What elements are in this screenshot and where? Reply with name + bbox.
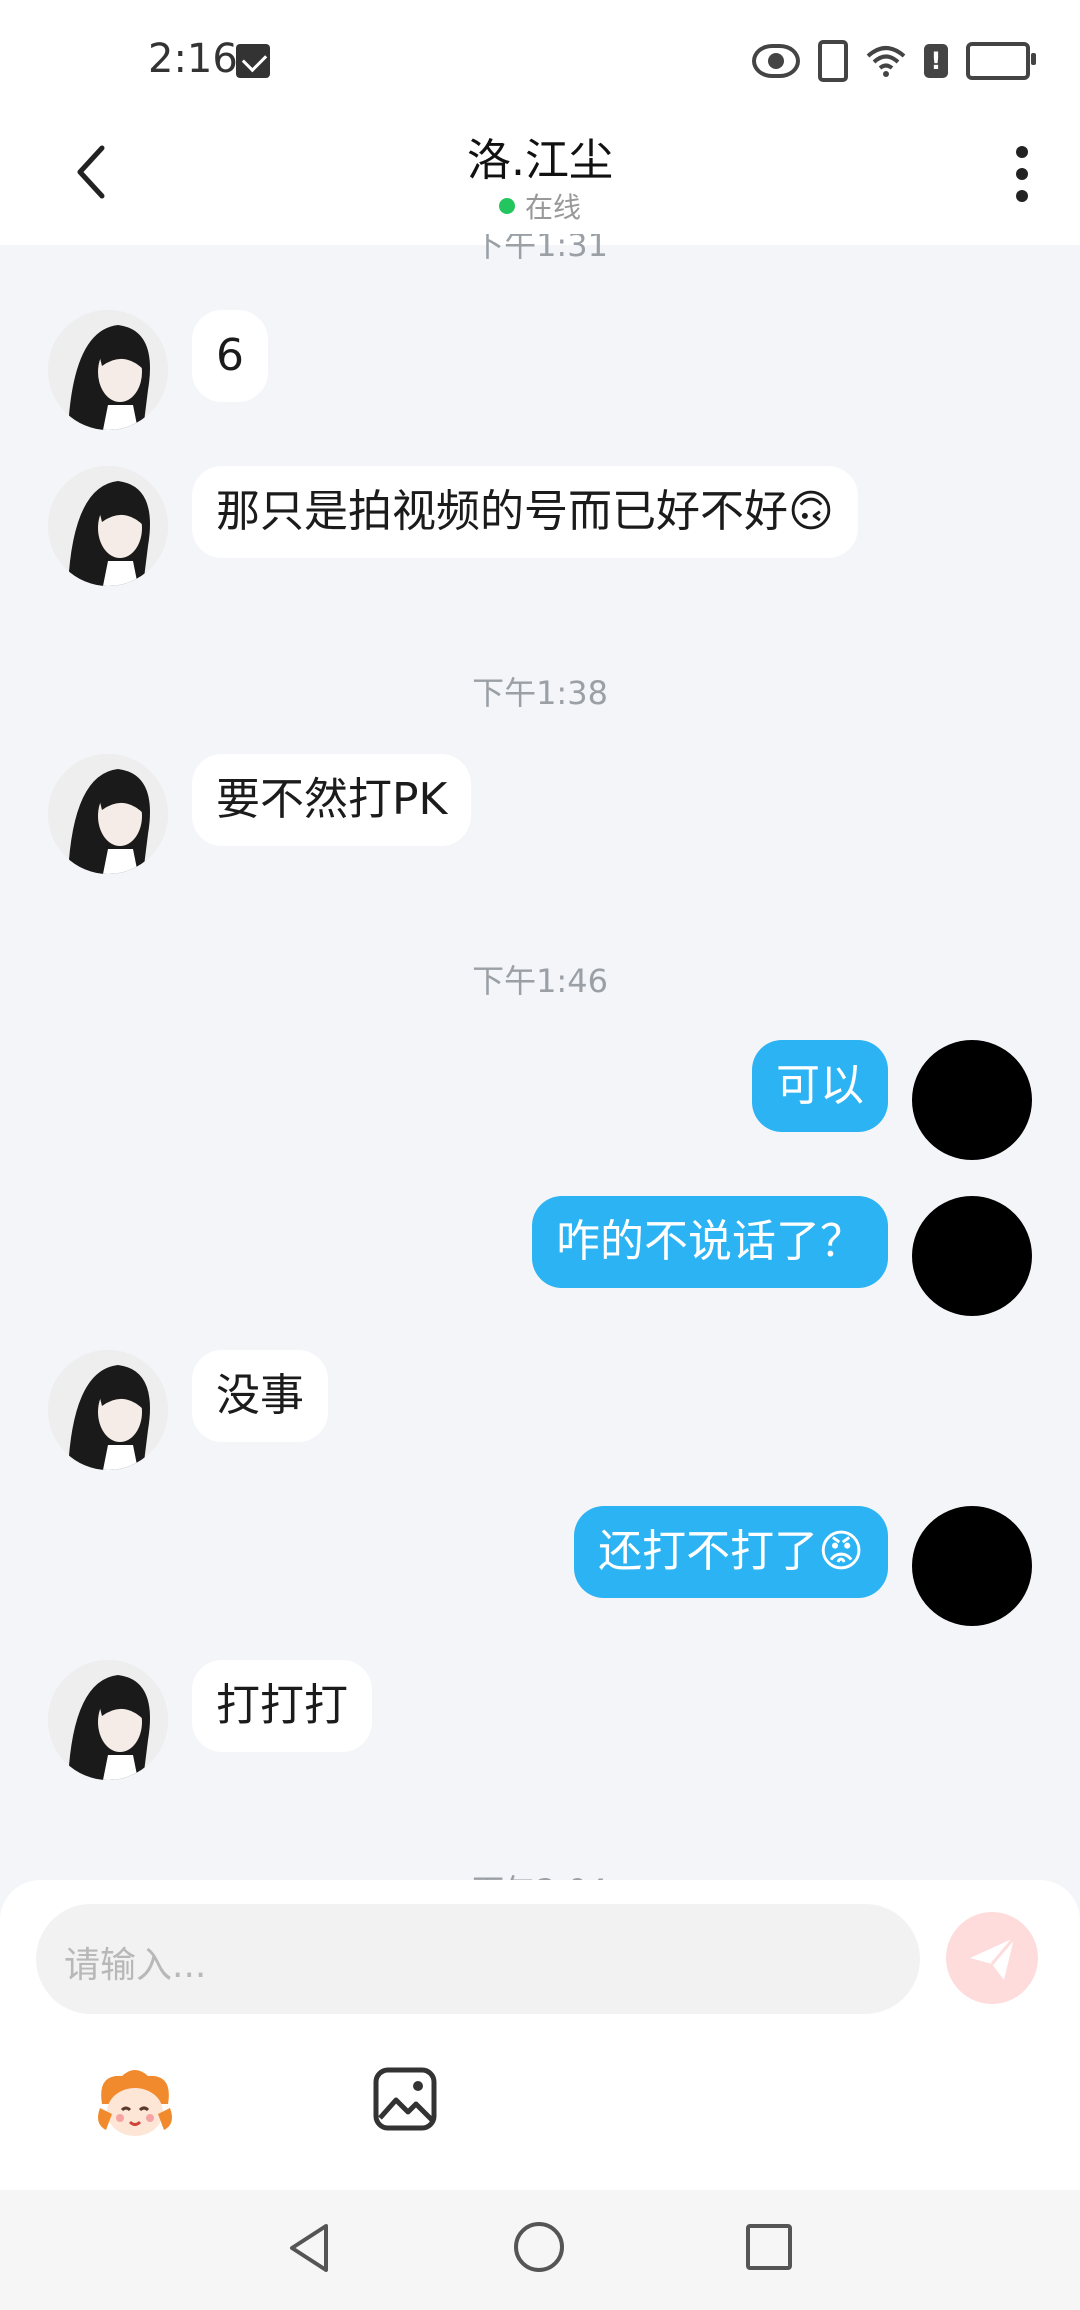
avatar[interactable] <box>48 1350 168 1470</box>
avatar[interactable] <box>48 754 168 874</box>
nav-home-icon[interactable] <box>514 2222 564 2272</box>
status-icons: ! <box>752 40 1036 82</box>
message-bubble-self[interactable]: 咋的不说话了？ <box>532 1196 888 1288</box>
wifi-icon <box>866 44 906 78</box>
avatar[interactable] <box>48 310 168 430</box>
input-placeholder: 请输入... <box>64 1945 207 1986</box>
image-icon[interactable] <box>372 2066 438 2132</box>
mail-notification-icon <box>236 44 270 78</box>
avatar-self[interactable] <box>912 1196 1032 1316</box>
message-bubble-self[interactable]: 可以 <box>752 1040 888 1132</box>
navigation-bar <box>0 2190 1080 2310</box>
timestamp: 下午1:38 <box>472 674 608 712</box>
timestamp: 下午1:46 <box>472 962 608 1000</box>
message-input[interactable]: 请输入... <box>36 1904 920 2014</box>
vibrate-icon <box>818 40 848 82</box>
timestamp-partial-top: 下午1:31 <box>0 234 1080 262</box>
chat-title: 洛.江尘 <box>467 135 613 186</box>
avatar[interactable] <box>48 1660 168 1780</box>
message-bubble[interactable]: 6 <box>192 310 268 402</box>
message-bubble[interactable]: 那只是拍视频的号而已好不好🙃 <box>192 466 858 558</box>
message-bubble-self[interactable]: 还打不打了😡 <box>574 1506 888 1598</box>
message-bubble[interactable]: 要不然打PK <box>192 754 472 846</box>
battery-icon <box>966 42 1036 80</box>
message-bubble[interactable]: 打打打 <box>192 1660 372 1752</box>
top-bar: 2:16 ! 洛.江尘 在线 <box>0 0 1080 245</box>
online-status: 在线 <box>0 186 1080 226</box>
timestamp-partial-bottom-text: 下午2:04 <box>472 1872 608 1880</box>
nav-recent-icon[interactable] <box>746 2224 792 2270</box>
eye-icon <box>752 44 800 78</box>
online-status-label: 在线 <box>524 191 581 224</box>
avatar-self[interactable] <box>912 1040 1032 1160</box>
send-icon[interactable] <box>946 1912 1038 2004</box>
status-time: 2:16 <box>148 36 238 82</box>
alert-icon: ! <box>924 44 948 78</box>
input-panel: 请输入... <box>0 1880 1080 2190</box>
nav-back-icon[interactable] <box>284 2220 334 2276</box>
more-vertical-icon[interactable] <box>1016 146 1030 202</box>
timestamp-partial-bottom: 下午2:04 <box>0 1866 1080 1880</box>
avatar[interactable] <box>48 466 168 586</box>
message-bubble[interactable]: 没事 <box>192 1350 328 1442</box>
avatar-self[interactable] <box>912 1506 1032 1626</box>
timestamp-partial-top-text: 下午1:31 <box>472 234 608 262</box>
mascot-icon[interactable] <box>92 2064 178 2144</box>
online-dot-icon <box>498 198 515 214</box>
